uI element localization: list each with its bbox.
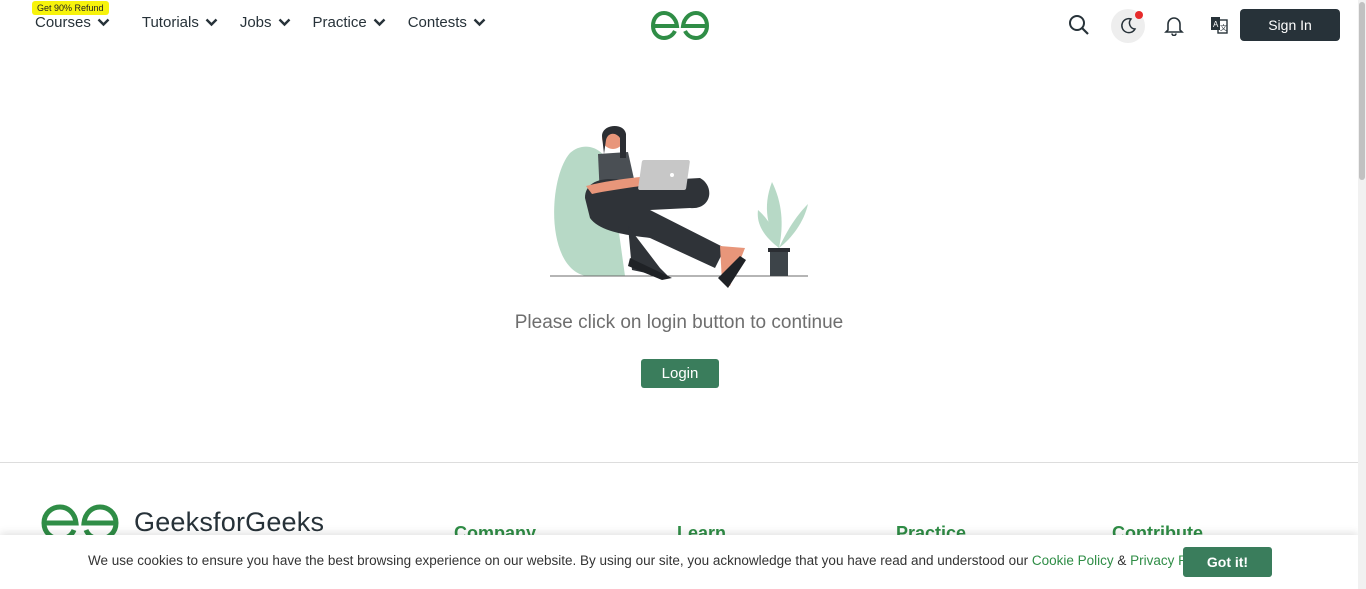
- nav-contests[interactable]: Contests: [408, 14, 486, 31]
- cookie-message: We use cookies to ensure you have the be…: [88, 553, 1214, 568]
- refund-badge[interactable]: Get 90% Refund: [32, 1, 109, 15]
- search-icon: [1069, 15, 1089, 35]
- nav-jobs-label: Jobs: [239, 14, 272, 31]
- chevron-down-icon: [473, 18, 486, 27]
- dark-mode-toggle[interactable]: [1111, 9, 1145, 43]
- notifications-button[interactable]: [1160, 11, 1188, 39]
- chevron-down-icon: [278, 18, 290, 27]
- cookie-accept-button[interactable]: Got it!: [1183, 547, 1272, 577]
- cookie-consent-banner: We use cookies to ensure you have the be…: [0, 535, 1358, 589]
- svg-text:A: A: [1213, 20, 1219, 29]
- nav-courses[interactable]: Courses Get 90% Refund: [32, 1, 110, 31]
- search-button[interactable]: [1065, 11, 1093, 39]
- nav-contests-label: Contests: [407, 14, 467, 31]
- notification-dot: [1135, 11, 1143, 19]
- bell-icon: [1164, 17, 1184, 36]
- login-button[interactable]: Login: [641, 359, 719, 388]
- language-button[interactable]: A 文: [1205, 11, 1233, 39]
- page-scrollbar[interactable]: [1358, 0, 1366, 589]
- nav-courses-label: Courses: [35, 14, 91, 31]
- main-nav: Courses Get 90% Refund Tutorials Jobs Pr…: [32, 1, 508, 31]
- chevron-down-icon: [205, 18, 218, 27]
- sign-in-button[interactable]: Sign In: [1240, 9, 1340, 41]
- chevron-down-icon: [97, 18, 110, 27]
- moon-icon: [1121, 17, 1137, 34]
- cookie-policy-link[interactable]: Cookie Policy: [1032, 553, 1114, 568]
- translate-icon: A 文: [1211, 17, 1228, 34]
- cookie-message-text: We use cookies to ensure you have the be…: [88, 553, 1032, 568]
- page: Courses Get 90% Refund Tutorials Jobs Pr…: [0, 0, 1366, 589]
- scrollbar-thumb[interactable]: [1359, 2, 1365, 180]
- top-navbar: Courses Get 90% Refund Tutorials Jobs Pr…: [0, 0, 1358, 50]
- woman-with-laptop-illustration: [550, 125, 808, 288]
- nav-jobs[interactable]: Jobs: [240, 14, 291, 31]
- svg-text:文: 文: [1220, 23, 1227, 32]
- login-prompt-text: Please click on login button to continue: [514, 312, 844, 333]
- gfg-logo-icon[interactable]: [649, 9, 711, 41]
- chevron-down-icon: [373, 18, 386, 27]
- nav-tutorials[interactable]: Tutorials: [142, 14, 218, 31]
- nav-tutorials-label: Tutorials: [141, 14, 199, 31]
- footer-divider: [0, 462, 1358, 463]
- nav-practice[interactable]: Practice: [313, 14, 386, 31]
- cookie-amp: &: [1113, 553, 1131, 568]
- footer-brand-name: GeeksforGeeks: [134, 507, 325, 537]
- nav-practice-label: Practice: [312, 14, 367, 31]
